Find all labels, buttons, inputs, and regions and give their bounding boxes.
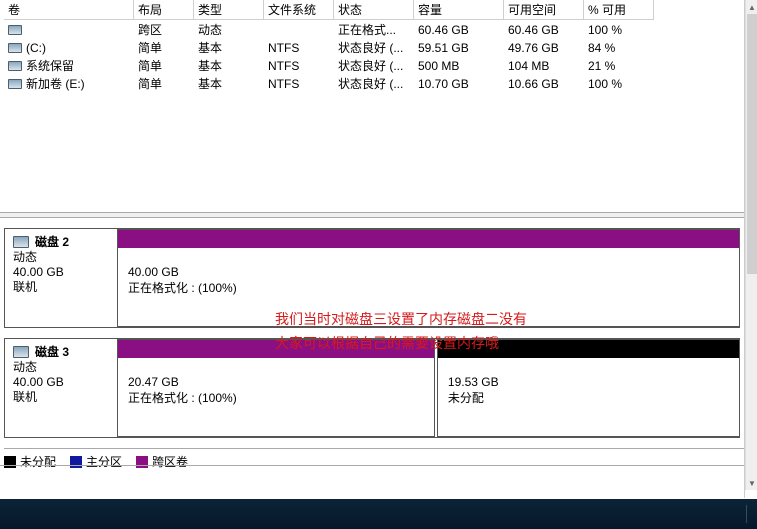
partition-status: 正在格式化 : (100%) [128, 390, 424, 406]
partition-color-bar [438, 340, 739, 358]
disk-icon [8, 79, 22, 89]
disk-icon [8, 61, 22, 71]
col-free[interactable]: 可用空间 [504, 0, 584, 20]
disk-state: 联机 [13, 390, 107, 405]
legend: 未分配 主分区 跨区卷 [4, 448, 744, 470]
disk-dynamic-label: 动态 [13, 360, 107, 375]
disk-icon [13, 346, 29, 358]
disk-title: 磁盘 2 [35, 235, 69, 249]
partition-status: 未分配 [448, 390, 729, 406]
partition-status: 正在格式化 : (100%) [128, 280, 729, 296]
disk-size: 40.00 GB [13, 375, 107, 390]
scroll-thumb[interactable] [747, 14, 757, 274]
disk-icon [8, 43, 22, 53]
volume-row[interactable]: (C:)简单基本NTFS状态良好 (...59.51 GB49.76 GB84 … [4, 39, 734, 57]
disk-graphical-view: 磁盘 2动态40.00 GB联机40.00 GB正在格式化 : (100%)磁盘… [4, 228, 740, 438]
disk-panel[interactable]: 磁盘 2动态40.00 GB联机40.00 GB正在格式化 : (100%) [4, 228, 740, 328]
partition-color-bar [118, 230, 739, 248]
partition-size: 40.00 GB [128, 264, 729, 280]
partition-color-bar [118, 340, 434, 358]
legend-primary: 主分区 [70, 453, 122, 470]
col-filesystem[interactable]: 文件系统 [264, 0, 334, 20]
col-capacity[interactable]: 容量 [414, 0, 504, 20]
volume-row[interactable]: 跨区动态正在格式...60.46 GB60.46 GB100 % [4, 21, 734, 39]
partition[interactable]: 19.53 GB未分配 [437, 339, 740, 437]
vertical-scrollbar[interactable] [745, 0, 757, 490]
partition-size: 20.47 GB [128, 374, 424, 390]
disk-icon [13, 236, 29, 248]
disk-size: 40.00 GB [13, 265, 107, 280]
taskbar[interactable] [0, 499, 757, 529]
disk-info: 磁盘 3动态40.00 GB联机 [5, 339, 115, 437]
col-type[interactable]: 类型 [194, 0, 264, 20]
scroll-up-icon[interactable] [746, 0, 757, 14]
col-percent[interactable]: % 可用 [584, 0, 654, 20]
splitter[interactable] [0, 212, 745, 218]
col-layout[interactable]: 布局 [134, 0, 194, 20]
scroll-down-icon[interactable] [746, 476, 757, 490]
volume-header[interactable]: 卷 布局 类型 文件系统 状态 容量 可用空间 % 可用 [4, 0, 734, 21]
partition-size: 19.53 GB [448, 374, 729, 390]
disk-icon [8, 25, 22, 35]
disk-panel[interactable]: 磁盘 3动态40.00 GB联机20.47 GB正在格式化 : (100%)19… [4, 338, 740, 438]
disk-info: 磁盘 2动态40.00 GB联机 [5, 229, 115, 327]
disk-title: 磁盘 3 [35, 345, 69, 359]
col-status[interactable]: 状态 [334, 0, 414, 20]
legend-unalloc: 未分配 [4, 453, 56, 470]
col-volume[interactable]: 卷 [4, 0, 134, 20]
legend-span: 跨区卷 [136, 453, 188, 470]
disk-dynamic-label: 动态 [13, 250, 107, 265]
volume-table: 卷 布局 类型 文件系统 状态 容量 可用空间 % 可用 跨区动态正在格式...… [4, 0, 734, 93]
volume-row[interactable]: 新加卷 (E:)简单基本NTFS状态良好 (...10.70 GB10.66 G… [4, 75, 734, 93]
volume-row[interactable]: 系统保留简单基本NTFS状态良好 (...500 MB104 MB21 % [4, 57, 734, 75]
partition[interactable]: 20.47 GB正在格式化 : (100%) [117, 339, 435, 437]
disk-state: 联机 [13, 280, 107, 295]
partition[interactable]: 40.00 GB正在格式化 : (100%) [117, 229, 740, 327]
